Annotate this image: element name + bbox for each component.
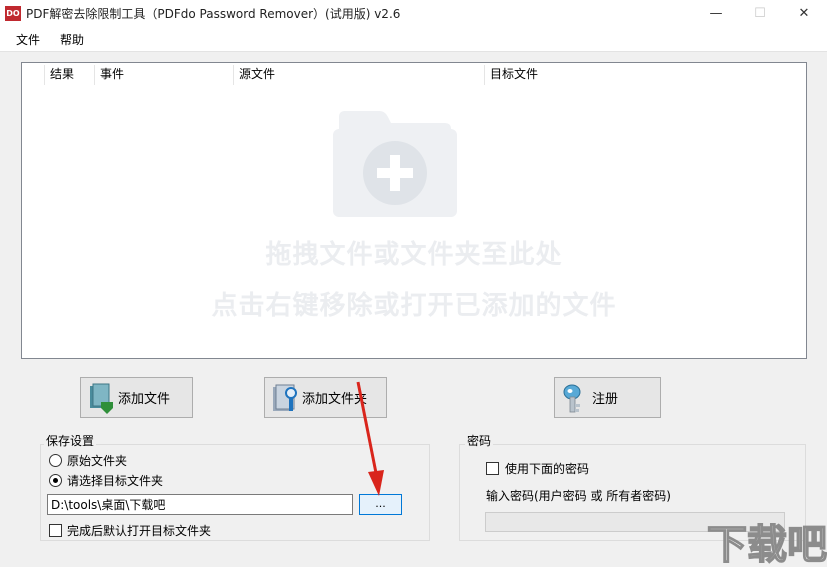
register-label: 注册	[592, 392, 619, 407]
add-file-button[interactable]: 添加文件	[80, 377, 193, 418]
column-header-result[interactable]: 结果	[44, 65, 94, 85]
add-file-icon	[90, 383, 113, 414]
folder-plus-icon	[333, 111, 457, 217]
register-button[interactable]: 注册	[554, 377, 661, 418]
radio-choose-folder-label[interactable]: 请选择目标文件夹	[67, 472, 163, 489]
radio-original-folder-label[interactable]: 原始文件夹	[67, 452, 127, 469]
add-folder-icon	[273, 384, 297, 411]
use-password-checkbox[interactable]	[486, 462, 499, 475]
open-folder-checkbox[interactable]	[49, 524, 62, 537]
maximize-button[interactable]: ☐	[738, 0, 782, 27]
drop-hint-line1: 拖拽文件或文件夹至此处	[265, 240, 563, 270]
radio-original-folder[interactable]	[49, 454, 62, 467]
app-icon: DO	[5, 6, 21, 21]
title-bar: DO PDF解密去除限制工具（PDFdo Password Remover）(试…	[0, 0, 827, 27]
use-password-checkbox-label[interactable]: 使用下面的密码	[505, 460, 589, 477]
drop-hint-line2: 点击右键移除或打开已添加的文件	[211, 291, 617, 321]
annotation-arrow	[356, 381, 384, 496]
add-file-label: 添加文件	[118, 392, 171, 407]
menu-help[interactable]: 帮助	[60, 31, 84, 48]
file-list[interactable]: 结果 事件 源文件 目标文件 拖拽文件或文件夹至此处 点击右键移除或打开已添加的…	[21, 62, 807, 359]
password-group-title: 密码	[465, 432, 494, 449]
watermark-logo: 下载吧	[706, 521, 827, 567]
open-folder-checkbox-label[interactable]: 完成后默认打开目标文件夹	[67, 522, 211, 539]
save-settings-title: 保存设置	[44, 432, 97, 449]
window-title: PDF解密去除限制工具（PDFdo Password Remover）(试用版)…	[26, 7, 401, 21]
key-icon	[563, 384, 581, 412]
minimize-button[interactable]: —	[694, 0, 738, 27]
column-header-event[interactable]: 事件	[94, 65, 233, 85]
menu-file[interactable]: 文件	[16, 31, 40, 48]
menu-bar: 文件 帮助	[0, 27, 827, 52]
column-header-target[interactable]: 目标文件	[484, 65, 806, 85]
enter-password-label: 输入密码(用户密码 或 所有者密码)	[486, 489, 671, 503]
close-button[interactable]: ✕	[782, 0, 826, 27]
target-path-input[interactable]	[47, 494, 353, 515]
column-header-source[interactable]: 源文件	[233, 65, 484, 85]
radio-choose-folder[interactable]	[49, 474, 62, 487]
